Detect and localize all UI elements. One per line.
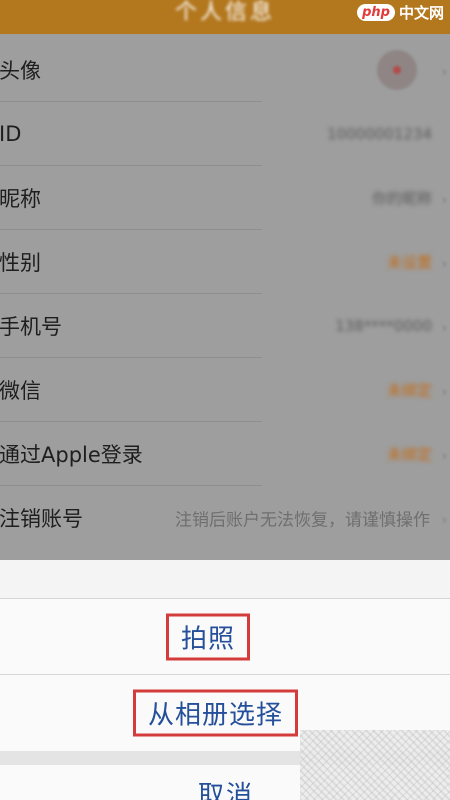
watermark-text: 中文网 xyxy=(398,4,444,22)
row-value-delete-account: 注销后账户无法恢复，请谨慎操作 xyxy=(175,510,430,531)
row-gender[interactable]: 性别 未设置 › xyxy=(0,230,450,294)
avatar[interactable] xyxy=(377,50,417,90)
row-label-nickname: 昵称 xyxy=(0,187,41,211)
profile-list: 头像 › ID 10000001234 昵称 你的昵称 › 性别 未设置 › 手… xyxy=(0,34,450,560)
row-label-gender: 性别 xyxy=(0,251,41,275)
row-label-avatar: 头像 xyxy=(0,59,41,83)
row-value-id: 10000001234 xyxy=(327,125,432,143)
row-value-apple-login: 未绑定 xyxy=(386,445,432,464)
action-sheet-top xyxy=(0,560,450,596)
row-apple-login[interactable]: 通过Apple登录 未绑定 › xyxy=(0,422,450,486)
row-id: ID 10000001234 xyxy=(0,102,450,166)
row-label-apple-login: 通过Apple登录 xyxy=(0,443,143,467)
screen: 个人信息 php 中文网 头像 › ID 10000001234 昵称 你的昵称… xyxy=(0,0,450,800)
watermark: php 中文网 xyxy=(357,2,444,23)
row-value-phone: 138****0000 xyxy=(335,317,432,335)
row-nickname[interactable]: 昵称 你的昵称 › xyxy=(0,166,450,230)
row-label-delete-account: 注销账号 xyxy=(0,507,83,531)
row-delete-account[interactable]: 注销账号 注销后账户无法恢复，请谨慎操作 › xyxy=(0,486,450,550)
avatar-mark xyxy=(393,66,401,74)
row-value-wechat: 未绑定 xyxy=(386,381,432,400)
chevron-right-icon: › xyxy=(442,65,447,79)
row-wechat[interactable]: 微信 未绑定 › xyxy=(0,358,450,422)
chevron-right-icon: › xyxy=(442,321,447,335)
chevron-right-icon: › xyxy=(442,385,447,399)
row-label-id: ID xyxy=(0,122,22,146)
row-label-phone: 手机号 xyxy=(0,315,62,339)
watermark-logo: php xyxy=(357,4,395,21)
take-photo-button[interactable]: 拍照 xyxy=(0,598,450,675)
chevron-right-icon: › xyxy=(442,257,447,271)
chevron-right-icon: › xyxy=(442,513,447,527)
row-label-wechat: 微信 xyxy=(0,379,41,403)
row-value-nickname: 你的昵称 xyxy=(371,189,432,208)
page-title: 个人信息 xyxy=(174,0,275,25)
row-avatar[interactable]: 头像 › xyxy=(0,38,450,102)
choose-from-album-label: 从相册选择 xyxy=(133,689,299,737)
take-photo-label: 拍照 xyxy=(166,613,251,661)
chevron-right-icon: › xyxy=(442,449,447,463)
row-value-gender: 未设置 xyxy=(386,253,432,272)
watermark-pattern xyxy=(300,730,450,800)
cancel-label: 取消 xyxy=(198,781,255,800)
chevron-right-icon: › xyxy=(442,193,447,207)
row-phone[interactable]: 手机号 138****0000 › xyxy=(0,294,450,358)
